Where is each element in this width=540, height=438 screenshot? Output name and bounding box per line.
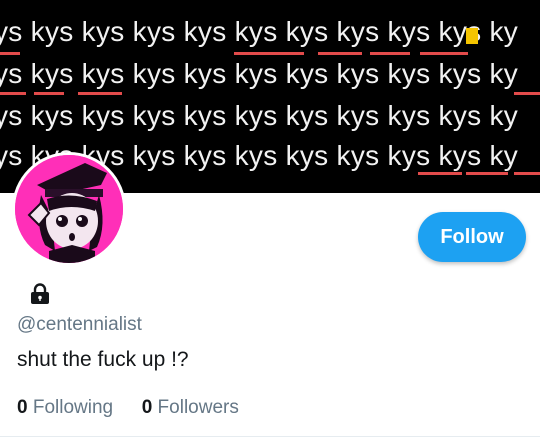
following-count: 0 [17,397,28,418]
divider [0,436,540,437]
profile-handle: @centennialist [17,314,142,335]
avatar-image [15,155,123,263]
profile-bio: shut the fuck up !? [17,348,189,371]
lock-icon [29,283,51,305]
followers-count: 0 [141,397,153,418]
avatar-illustration-icon [15,155,123,263]
profile-stats: 0 Following 0 Followers [17,397,239,419]
followers-label: Followers [157,397,239,418]
followers-link[interactable]: 0 Followers [142,397,239,418]
following-link[interactable]: 0 Following [17,397,118,418]
follow-button[interactable]: Follow [418,212,526,262]
avatar[interactable] [12,152,126,266]
following-label: Following [32,397,114,418]
